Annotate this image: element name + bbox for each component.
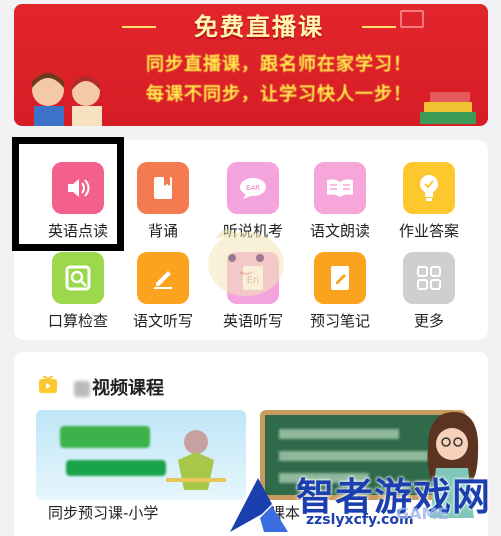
kids-illustration bbox=[32, 73, 102, 126]
banner-subtitle-2: 每课不同步，让学习快人一步！ bbox=[146, 84, 412, 105]
grid-item-more[interactable]: 更多 bbox=[384, 140, 474, 330]
mascot-watermark bbox=[208, 229, 284, 296]
banner-title: 免费直播课 bbox=[122, 10, 396, 44]
board-icon bbox=[400, 10, 424, 28]
tv-icon bbox=[39, 376, 57, 393]
thumbnail-tag bbox=[60, 426, 150, 448]
section-title: 视频课程 bbox=[74, 374, 164, 400]
grid-item-label: 语文听写 bbox=[132, 312, 193, 330]
grid-item-label: 口算检查 bbox=[47, 312, 108, 330]
grid-item-english-dictation[interactable]: En 英语听写 bbox=[208, 140, 298, 330]
course-caption: 同步预习课-小学 bbox=[48, 504, 159, 522]
magnifier-frame-icon bbox=[52, 252, 104, 304]
watermark-game: GAME bbox=[396, 504, 449, 523]
grid-item-preview-notes[interactable]: 预习笔记 bbox=[295, 140, 385, 330]
thumbnail-tag bbox=[66, 460, 166, 476]
selection-highlight bbox=[12, 137, 124, 251]
books-illustration bbox=[420, 92, 476, 124]
notebook-icon bbox=[314, 252, 366, 304]
blackboard-line bbox=[279, 451, 429, 461]
promo-banner[interactable]: 免费直播课 同步直播课，跟名师在家学习！ 每课不同步，让学习快人一步！ bbox=[14, 4, 488, 126]
banner-subtitle-1: 同步直播课，跟名师在家学习！ bbox=[146, 54, 412, 75]
grid-item-label: 英语听写 bbox=[222, 312, 283, 330]
grid-apps-icon bbox=[403, 252, 455, 304]
grid-item-chinese-dictation[interactable]: 语文听写 bbox=[118, 140, 208, 330]
grid-item-label: 更多 bbox=[413, 312, 444, 330]
course-thumbnail-primary-preview[interactable] bbox=[36, 410, 246, 500]
pencil-icon bbox=[137, 252, 189, 304]
site-logo bbox=[230, 478, 288, 532]
blackboard-line bbox=[279, 429, 399, 439]
grid-item-label: 预习笔记 bbox=[309, 312, 370, 330]
